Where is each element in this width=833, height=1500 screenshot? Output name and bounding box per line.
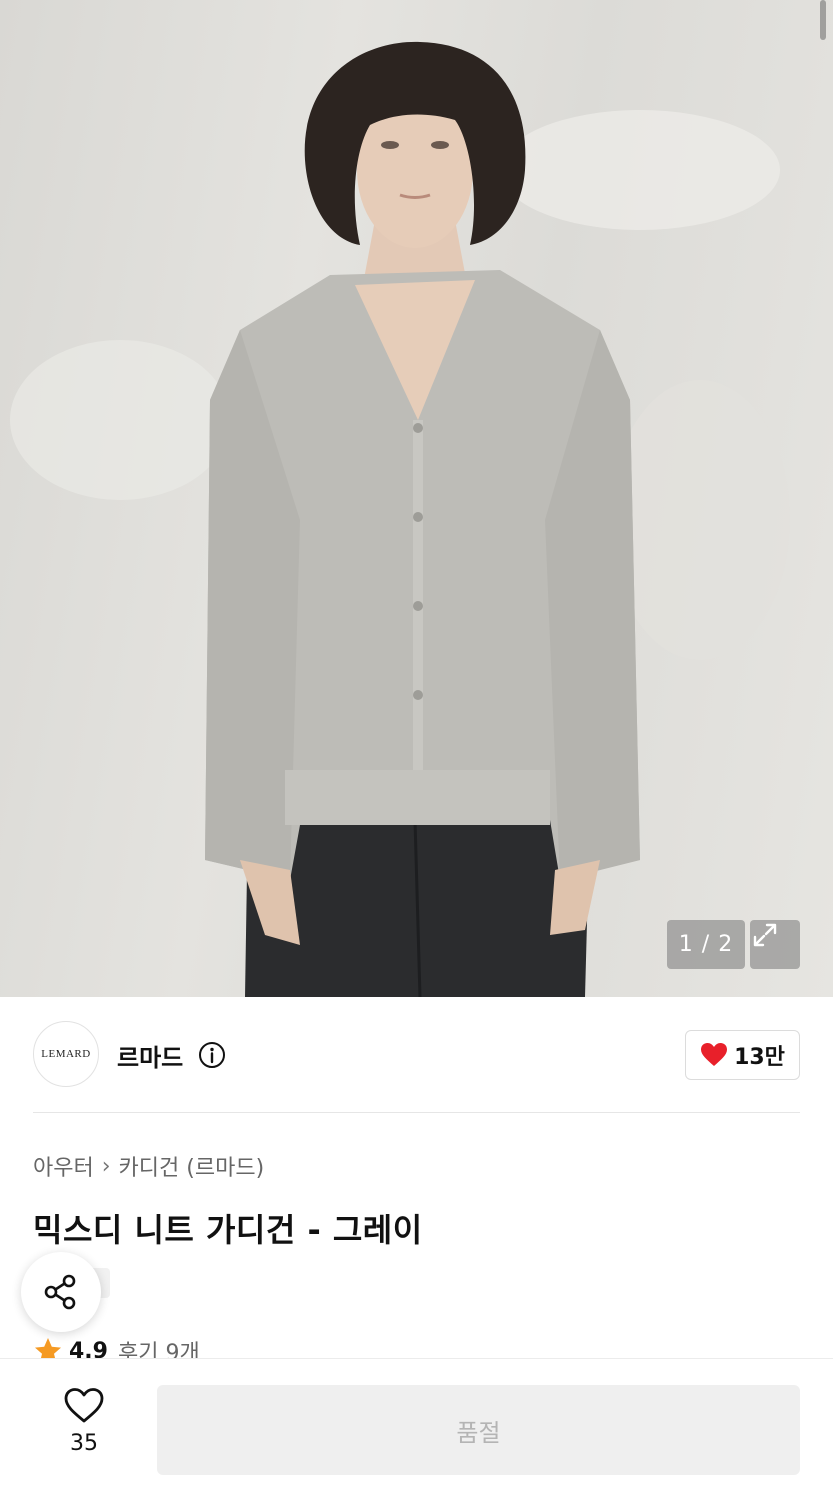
image-counter: 1 / 2 — [667, 920, 745, 969]
wishlist-button[interactable]: 35 — [42, 1387, 126, 1473]
info-icon[interactable] — [198, 1041, 226, 1073]
breadcrumb: 아우터 › 카디건 (르마드) — [33, 1150, 264, 1182]
model-photo — [10, 41, 790, 997]
sold-out-button[interactable]: 품절 — [157, 1385, 800, 1475]
brand-name[interactable]: 르마드 — [117, 1038, 183, 1073]
product-title: 믹스디 니트 가디건 - 그레이 — [33, 1211, 423, 1249]
breadcrumb-category[interactable]: 아우터 — [33, 1150, 94, 1182]
brand-logo-text: LEMARD — [41, 1048, 91, 1060]
heart-outline-icon — [64, 1388, 104, 1423]
scrollbar-thumb[interactable] — [820, 0, 826, 40]
share-button[interactable] — [21, 1252, 101, 1332]
breadcrumb-subcategory[interactable]: 카디건 (르마드) — [119, 1150, 265, 1182]
product-image[interactable]: 1 / 2 — [0, 0, 833, 997]
expand-icon — [753, 923, 777, 947]
wishlist-count: 35 — [70, 1431, 98, 1456]
expand-image-button[interactable] — [750, 920, 800, 969]
brand-like-count: 13만 — [734, 1045, 785, 1070]
brand-logo[interactable]: LEMARD — [33, 1021, 99, 1087]
heart-filled-icon — [701, 1043, 728, 1066]
product-page: 1 / 2 LEMARD 르마드 13만 아우터 › 카디건 (르마드) 믹스디… — [0, 0, 833, 1500]
divider — [33, 1112, 800, 1113]
bottom-action-bar: 35 품절 — [0, 1358, 833, 1500]
brand-like-button[interactable]: 13만 — [685, 1030, 800, 1080]
share-icon — [44, 1274, 76, 1310]
brand-row: LEMARD 르마드 13만 — [33, 1021, 800, 1089]
chevron-right-icon: › — [101, 1153, 111, 1179]
